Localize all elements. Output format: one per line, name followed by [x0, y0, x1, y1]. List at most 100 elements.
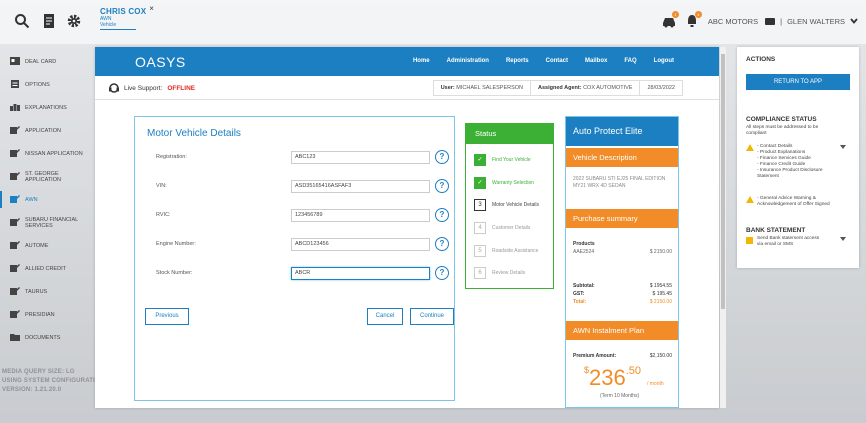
help-icon[interactable]: ?: [435, 150, 449, 164]
sidebar-item-explanations[interactable]: EXPLANATIONS: [0, 96, 94, 119]
sidebar-item-documents[interactable]: DOCUMENTS: [0, 326, 94, 349]
oasys-navbar: OASYS Home Administration Reports Contac…: [95, 47, 719, 76]
headset-icon: [109, 83, 119, 93]
dealer-name[interactable]: ABC MOTORS: [708, 17, 758, 26]
system-configuration: USING SYSTEM CONFIGURATI: [2, 378, 96, 384]
nav-administration[interactable]: Administration: [447, 58, 489, 64]
debug-info: MEDIA QUERY SIZE: LG USING SYSTEM CONFIG…: [2, 368, 95, 395]
chevron-down-icon[interactable]: [850, 18, 858, 24]
premium-label: Premium Amount:: [573, 353, 617, 359]
sidebar-item-allied-credit[interactable]: ALLIED CREDIT: [0, 257, 94, 280]
car-notification[interactable]: 1: [662, 11, 679, 28]
gst-line: GST: $ 195.45: [573, 291, 672, 297]
step-number: 5: [474, 245, 486, 257]
status-step-label: Roadside Assistance: [492, 248, 539, 254]
previous-button[interactable]: Previous: [145, 308, 189, 325]
sidebar-item-presidian[interactable]: PRESIDIAN: [0, 303, 94, 326]
chevron-down-icon[interactable]: [840, 145, 846, 149]
check-icon: ✓: [474, 177, 486, 189]
purchase-summary-header: Purchase summary: [566, 209, 678, 228]
customer-tab[interactable]: CHRIS COX × AWN Vehicle: [100, 4, 154, 30]
date: 28/03/2022: [639, 81, 682, 95]
help-icon[interactable]: ?: [435, 266, 449, 280]
agent-value: COX AUTOMOTIVE: [583, 85, 633, 91]
nav-contact[interactable]: Contact: [546, 58, 568, 64]
application-icon: [10, 195, 20, 203]
user-name[interactable]: GLEN WALTERS: [787, 17, 845, 26]
live-support[interactable]: Live Support: OFFLINE: [109, 83, 195, 93]
customer-name[interactable]: CHRIS COX: [100, 7, 146, 16]
status-step-label: Customer Details: [492, 225, 531, 231]
info-bar: Live Support: OFFLINE User: MICHAEL SALE…: [95, 76, 719, 100]
bank-statement-item[interactable]: Send Bank statement access via email or …: [757, 236, 819, 248]
gear-icon[interactable]: [66, 13, 82, 29]
customer-sub-vehicle: Vehicle: [100, 22, 117, 28]
help-icon[interactable]: ?: [435, 208, 449, 222]
sidebar-item-subaru-financial-services[interactable]: SUBARU FINANCIAL SERVICES: [0, 211, 94, 234]
nav-logout[interactable]: Logout: [654, 58, 674, 64]
sidebar: DEAL CARD OPTIONS EXPLANATIONS APPLICATI…: [0, 50, 94, 349]
sidebar-item-label: EXPLANATIONS: [25, 104, 67, 111]
engine-number-input[interactable]: ABCD123456: [291, 238, 430, 251]
main-scrollbar[interactable]: [720, 47, 726, 408]
return-to-app-button[interactable]: RETURN TO APP: [746, 74, 850, 90]
motor-vehicle-form: Motor Vehicle Details Registration: ABC1…: [134, 116, 455, 401]
sidebar-item-autome[interactable]: AUTOME: [0, 234, 94, 257]
oasys-logo[interactable]: OASYS: [135, 54, 186, 70]
field-label: VIN:: [156, 183, 167, 189]
document-icon[interactable]: [41, 13, 57, 29]
sidebar-item-label: DEAL CARD: [25, 58, 57, 65]
subtotal-value: $ 1954.55: [649, 283, 672, 289]
oasys-nav-links: Home Administration Reports Contact Mail…: [413, 58, 674, 64]
status-step-label: Review Details: [492, 270, 526, 276]
status-step-label: Find Your Vehicle: [492, 157, 531, 163]
compliance-item-1[interactable]: - Contact Details - Product Explanations…: [757, 144, 823, 180]
total-value: $ 2150.00: [649, 299, 672, 305]
continue-button[interactable]: Continue: [410, 308, 454, 325]
monthly-amount: $236.50 / month: [584, 365, 664, 391]
close-icon[interactable]: ×: [149, 4, 154, 13]
cancel-button[interactable]: Cancel: [367, 308, 403, 325]
deal-card-icon: [10, 57, 20, 65]
warning-icon: [746, 144, 754, 151]
scrollbar-thumb[interactable]: [721, 54, 725, 309]
compliance-item-2[interactable]: - General Advice Warning & Acknowledgeme…: [757, 196, 830, 208]
divider: |: [780, 16, 783, 26]
rvic-input[interactable]: 123456789: [291, 209, 430, 222]
nav-faq[interactable]: FAQ: [624, 58, 636, 64]
chevron-down-icon[interactable]: [840, 237, 846, 241]
sidebar-item-label: AUTOME: [25, 242, 49, 249]
sidebar-item-label: ST. GEORGE APPLICATION: [25, 170, 61, 183]
status-panel: Status ✓ Find Your Vehicle ✓ Warranty Sele…: [465, 123, 554, 289]
help-icon[interactable]: ?: [435, 237, 449, 251]
sidebar-item-st-george-application[interactable]: ST. GEORGE APPLICATION: [0, 165, 94, 188]
id-card-icon: [765, 17, 776, 25]
status-step-label: Warranty Selection: [492, 180, 535, 186]
nav-home[interactable]: Home: [413, 58, 430, 64]
sidebar-item-application[interactable]: APPLICATION: [0, 119, 94, 142]
application-icon: [10, 287, 20, 295]
search-icon[interactable]: [14, 13, 30, 29]
user-info: User: MICHAEL SALESPERSON: [434, 81, 530, 95]
field-label: Registration:: [156, 154, 187, 160]
field-registration: Registration: ABC123 ?: [135, 150, 456, 164]
application-icon: [10, 172, 20, 180]
application-icon: [10, 310, 20, 318]
vin-input[interactable]: ASD35165416ASFAF3: [291, 180, 430, 193]
explanations-icon: [10, 104, 20, 111]
nav-reports[interactable]: Reports: [506, 58, 529, 64]
sidebar-item-awn[interactable]: AWN: [0, 188, 94, 211]
sidebar-item-options[interactable]: OPTIONS: [0, 73, 94, 96]
actions-title: ACTIONS: [746, 56, 776, 63]
oasys-panel: OASYS Home Administration Reports Contac…: [95, 47, 719, 408]
stock-number-input[interactable]: ABCR: [291, 267, 430, 280]
bell-notification[interactable]: 4: [685, 11, 702, 28]
nav-mailbox[interactable]: Mailbox: [585, 58, 607, 64]
sidebar-item-taurus[interactable]: TAURUS: [0, 280, 94, 303]
registration-input[interactable]: ABC123: [291, 151, 430, 164]
subtotal-label: Subtotal:: [573, 283, 595, 289]
sidebar-item-label: AWN: [25, 196, 38, 203]
sidebar-item-deal-card[interactable]: DEAL CARD: [0, 50, 94, 73]
sidebar-item-nissan-application[interactable]: NISSAN APPLICATION: [0, 142, 94, 165]
help-icon[interactable]: ?: [435, 179, 449, 193]
